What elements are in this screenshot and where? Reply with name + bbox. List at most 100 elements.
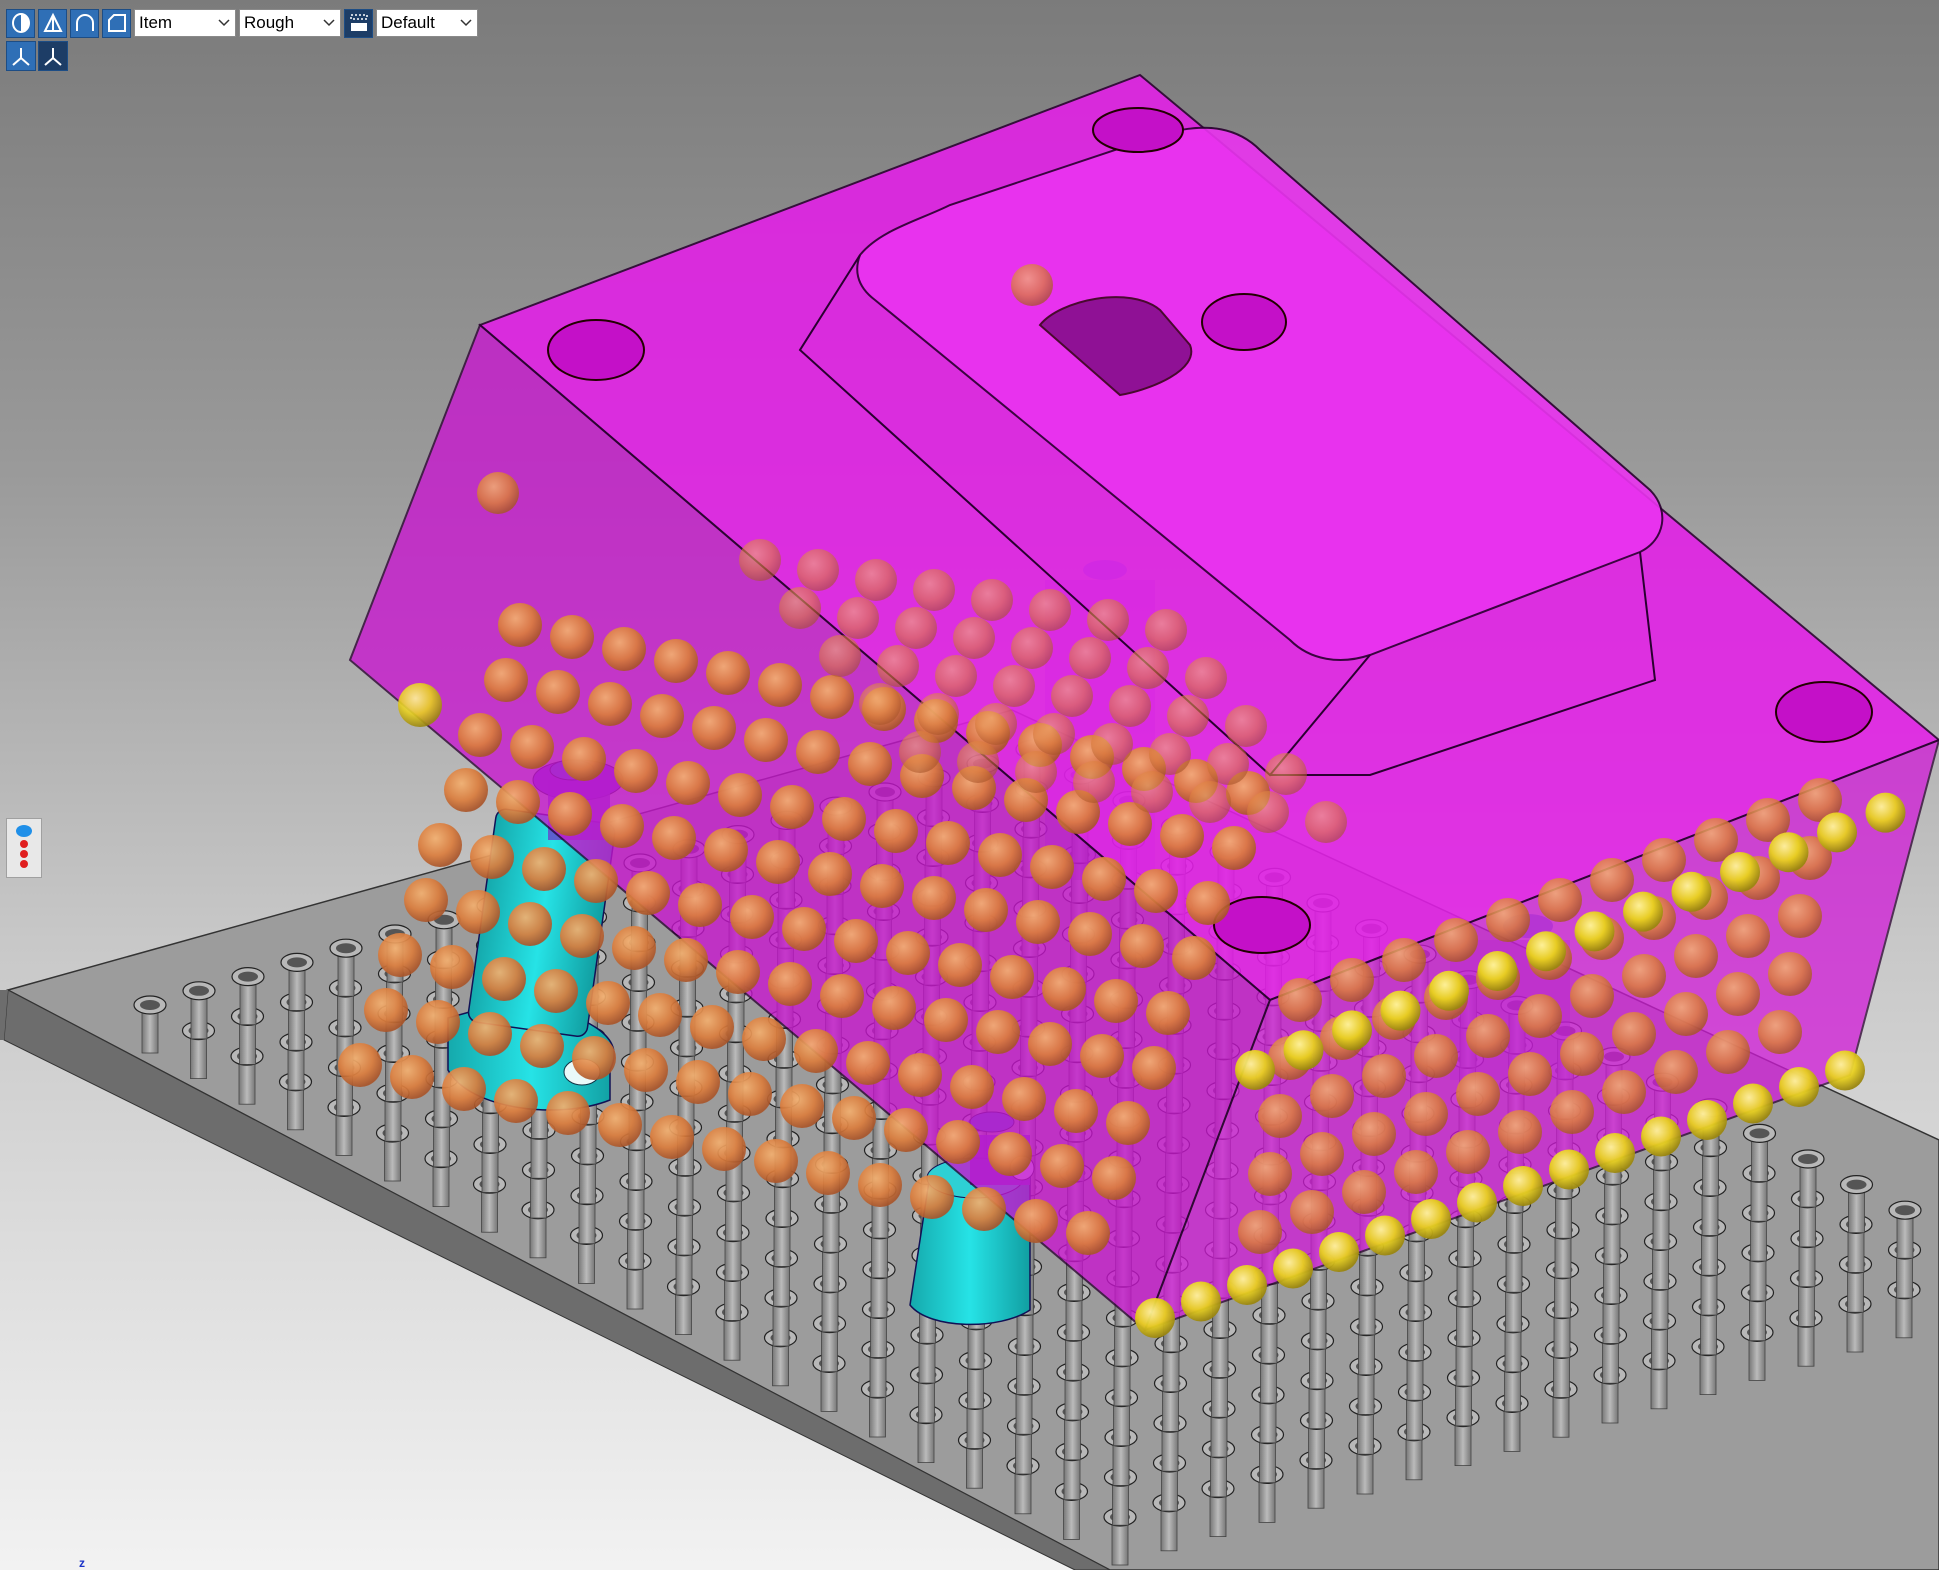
probe-point <box>470 835 514 879</box>
axes-triad-button[interactable] <box>6 41 36 71</box>
probe-point <box>404 878 448 922</box>
silhouette-mode-icon <box>107 14 126 32</box>
probe-point <box>1094 979 1138 1023</box>
edge-probe-point <box>1429 970 1469 1011</box>
axes-orientation-button[interactable] <box>38 41 68 71</box>
probe-point <box>378 933 422 977</box>
probe-point <box>884 1108 928 1152</box>
probe-point <box>1654 1050 1698 1094</box>
3d-viewport[interactable]: Item Rough Default z <box>0 0 1939 1570</box>
probe-point <box>614 749 658 793</box>
silhouette-mode-button[interactable] <box>102 8 131 38</box>
edge-probe-point <box>1332 1010 1372 1051</box>
edge-probe-point <box>1549 1149 1589 1190</box>
probe-point <box>1106 1101 1150 1145</box>
probe-point <box>498 603 542 647</box>
probe-point <box>957 741 999 783</box>
probe-point <box>1486 898 1530 942</box>
probe-point <box>1080 1034 1124 1078</box>
probe-point <box>692 706 736 750</box>
probe-point <box>548 792 592 836</box>
probe-point <box>990 955 1034 999</box>
edge-probe-point <box>1641 1116 1681 1157</box>
probe-point <box>640 694 684 738</box>
probe-point <box>964 888 1008 932</box>
probe-point <box>820 974 864 1018</box>
edge-probe-point <box>1477 951 1518 991</box>
probe-point <box>1560 1032 1604 1076</box>
probe-point <box>1498 1110 1542 1154</box>
probe-point <box>1068 912 1112 956</box>
probe-point <box>1028 1022 1072 1066</box>
edge-probe-point <box>1380 990 1421 1031</box>
probe-point <box>1040 1144 1084 1188</box>
probe-point <box>1414 1034 1458 1078</box>
shaded-mode-button[interactable] <box>6 8 35 38</box>
edge-probe-point <box>1865 792 1906 833</box>
probe-point <box>654 639 698 683</box>
probe-point <box>678 883 722 927</box>
probe-point <box>1404 1092 1448 1136</box>
probe-point <box>1016 900 1060 944</box>
probe-point <box>1087 599 1129 641</box>
edge-probe-point <box>1768 832 1809 873</box>
shaded-mode-icon <box>11 13 30 33</box>
probe-point <box>1352 1112 1396 1156</box>
probe-point <box>1305 801 1347 843</box>
probe-point <box>846 1041 890 1085</box>
probe-point <box>510 725 554 769</box>
probe-point <box>1778 894 1822 938</box>
probe-point <box>718 773 762 817</box>
probe-point <box>1002 1077 1046 1121</box>
probe-point <box>572 1036 616 1080</box>
probe-point <box>574 859 618 903</box>
probe-point <box>895 607 937 649</box>
probe-point <box>612 926 656 970</box>
probe-point <box>652 816 696 860</box>
probe-point <box>536 670 580 714</box>
probe-point <box>770 785 814 829</box>
probe-point <box>666 761 710 805</box>
probe-point <box>1434 918 1478 962</box>
probe-point <box>550 615 594 659</box>
probe-point <box>1758 1010 1802 1054</box>
probe-point <box>1066 1211 1110 1255</box>
probe-point <box>912 876 956 920</box>
axes-triad-icon <box>12 48 30 66</box>
view-style-dropdown[interactable]: Default <box>376 9 478 37</box>
probe-point <box>872 986 916 1030</box>
edge-probe-point <box>1687 1100 1727 1140</box>
edge-probe-point <box>1235 1050 1275 1090</box>
probe-point <box>1622 954 1666 998</box>
edge-probe-point <box>1411 1199 1451 1239</box>
probe-point <box>468 1012 512 1056</box>
chevron-down-icon <box>322 16 336 30</box>
probe-point <box>484 658 528 702</box>
probe-point <box>1248 1152 1292 1196</box>
probe-point <box>1011 627 1053 669</box>
edge-probe-point <box>1273 1248 1313 1289</box>
edge-probe-point <box>1319 1232 1359 1272</box>
probe-point <box>602 627 646 671</box>
probe-point <box>1394 1150 1438 1194</box>
probe-point <box>1030 845 1074 889</box>
wireframe-mode-button[interactable] <box>70 8 99 38</box>
probe-point <box>1149 733 1191 775</box>
edge-probe-point <box>1526 931 1566 972</box>
probe-point <box>1120 924 1164 968</box>
probe-point <box>758 663 802 707</box>
probe-point <box>971 579 1013 621</box>
point-legend-widget[interactable] <box>6 818 42 878</box>
probe-point <box>834 919 878 963</box>
probe-point <box>936 1120 980 1164</box>
edge-probe-point <box>1574 911 1615 952</box>
scene-canvas[interactable] <box>0 0 1939 1570</box>
probe-point <box>1330 958 1374 1002</box>
render-style-button[interactable] <box>344 8 373 38</box>
probe-point <box>739 539 781 581</box>
probe-point <box>1768 952 1812 996</box>
probe-point <box>1146 991 1190 1035</box>
quality-dropdown[interactable]: Rough <box>239 9 341 37</box>
selection-filter-dropdown[interactable]: Item <box>134 9 236 37</box>
hidden-line-mode-button[interactable] <box>38 8 67 38</box>
